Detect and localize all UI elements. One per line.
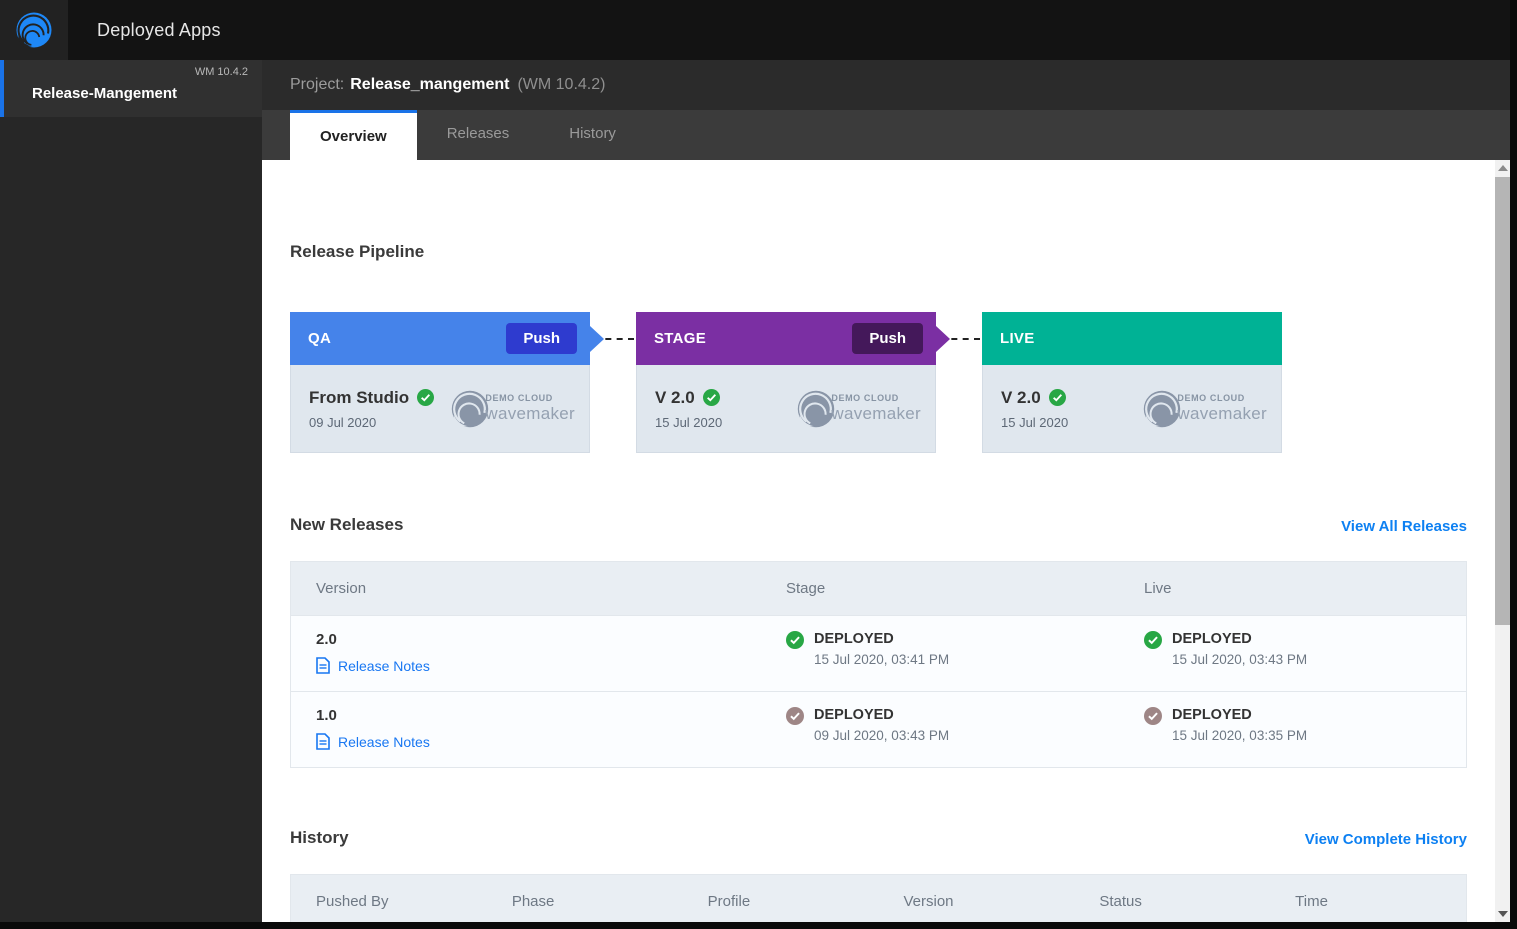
arrow-right-icon	[590, 325, 604, 352]
scroll-down-arrow-icon[interactable]	[1498, 911, 1508, 917]
tab-history[interactable]: History	[539, 110, 646, 160]
demo-cloud-logo: DEMO CLOUD wavemaker	[1139, 386, 1267, 432]
pipeline-card-live: LIVE V 2.0 15 Jul 2020 DEMO CLOUD wavema…	[982, 312, 1282, 453]
qa-card-header: QA Push	[290, 312, 604, 365]
window-right-edge	[1510, 0, 1517, 929]
project-header: Project: Release_mangement (WM 10.4.2)	[262, 60, 1517, 110]
live-card-body: V 2.0 15 Jul 2020 DEMO CLOUD wavemaker	[982, 365, 1282, 453]
live-deploy-date: 15 Jul 2020	[1001, 414, 1069, 430]
vertical-scrollbar[interactable]	[1495, 160, 1510, 922]
app-logo-tile[interactable]	[0, 0, 68, 60]
tab-releases[interactable]: Releases	[417, 110, 540, 160]
project-name: Release_mangement	[350, 76, 510, 93]
check-circle-icon	[1048, 389, 1066, 406]
qa-deploy-date: 09 Jul 2020	[309, 414, 377, 430]
stage-version-label: V 2.0	[655, 387, 695, 407]
view-complete-history-link[interactable]: View Complete History	[1305, 831, 1467, 848]
wavemaker-text: wavemaker	[485, 404, 575, 423]
scroll-up-arrow-icon[interactable]	[1498, 165, 1508, 171]
qa-stage-name: QA	[308, 330, 332, 347]
document-icon	[316, 657, 330, 674]
stage-time: 15 Jul 2020, 03:41 PM	[814, 652, 950, 667]
check-circle-muted-icon	[1144, 707, 1162, 725]
check-circle-icon	[702, 389, 720, 406]
window-bottom-edge	[0, 922, 1517, 929]
demo-cloud-logo: DEMO CLOUD wavemaker	[447, 386, 575, 432]
sidebar: WM 10.4.2 Release-Mangement	[0, 60, 262, 922]
top-bar: Deployed Apps	[0, 0, 1517, 60]
history-table: Pushed By Phase Profile Version Status T…	[290, 874, 1467, 922]
demo-cloud-text: DEMO CLOUD	[485, 393, 553, 403]
column-version: Version	[316, 580, 367, 597]
live-time: 15 Jul 2020, 03:35 PM	[1172, 728, 1308, 743]
qa-card-body: From Studio 09 Jul 2020 DEMO CLOUD wavem…	[290, 365, 590, 453]
main-content: Release Pipeline QA Push From Studio 09 …	[262, 160, 1495, 922]
project-label: Project:	[290, 76, 345, 93]
release-notes-link[interactable]: Release Notes	[316, 657, 761, 674]
scrollbar-thumb[interactable]	[1495, 177, 1510, 625]
tab-overview[interactable]: Overview	[290, 110, 417, 160]
pipeline-card-qa: QA Push From Studio 09 Jul 2020 DEMO CLO…	[290, 312, 604, 453]
table-row: 1.0 Release Notes DEPLOYED 09 Jul 2020, …	[291, 691, 1466, 767]
pipeline-card-stage: STAGE Push V 2.0 15 Jul 2020 DEMO CLOUD …	[636, 312, 950, 453]
page-title: Deployed Apps	[97, 20, 221, 40]
live-version-label: V 2.0	[1001, 387, 1041, 407]
stage-deploy-date: 15 Jul 2020	[655, 414, 723, 430]
qa-version-label: From Studio	[309, 387, 410, 407]
live-time: 15 Jul 2020, 03:43 PM	[1172, 652, 1308, 667]
check-circle-muted-icon	[786, 707, 804, 725]
view-all-releases-link[interactable]: View All Releases	[1341, 518, 1467, 535]
column-time: Time	[1295, 892, 1328, 910]
column-stage: Stage	[786, 580, 826, 597]
stage-time: 09 Jul 2020, 03:43 PM	[814, 728, 950, 743]
live-status: DEPLOYED	[1172, 707, 1252, 723]
wavemaker-text: wavemaker	[831, 404, 921, 423]
releases-table-header: Version Stage Live	[291, 562, 1466, 615]
column-version: Version	[903, 892, 954, 910]
demo-cloud-logo: DEMO CLOUD wavemaker	[793, 386, 921, 432]
wavemaker-logo-icon	[16, 12, 52, 48]
wm-version-badge: WM 10.4.2	[194, 66, 248, 78]
check-circle-icon	[417, 389, 435, 406]
stage-stage-name: STAGE	[654, 330, 707, 347]
live-stage-name: LIVE	[1000, 330, 1035, 347]
table-row: 2.0 Release Notes DEPLOYED 15 Jul 2020, …	[291, 615, 1466, 691]
demo-cloud-text: DEMO CLOUD	[831, 393, 899, 403]
column-phase: Phase	[511, 892, 555, 910]
column-profile: Profile	[707, 892, 751, 910]
release-version: 2.0	[316, 631, 337, 648]
release-pipeline: QA Push From Studio 09 Jul 2020 DEMO CLO…	[290, 312, 1467, 453]
demo-cloud-text: DEMO CLOUD	[1177, 393, 1245, 403]
project-version: (WM 10.4.2)	[517, 76, 606, 93]
sidebar-item-label: Release-Mangement	[32, 85, 178, 102]
wavemaker-text: wavemaker	[1177, 404, 1267, 423]
check-circle-icon	[1144, 631, 1162, 649]
live-status: DEPLOYED	[1172, 631, 1252, 647]
arrow-right-icon	[936, 325, 950, 352]
sidebar-item-release-mangement[interactable]: WM 10.4.2 Release-Mangement	[0, 60, 262, 117]
stage-push-button[interactable]: Push	[852, 323, 923, 354]
new-releases-heading: New Releases	[290, 515, 404, 534]
history-table-header: Pushed By Phase Profile Version Status T…	[291, 875, 1466, 922]
release-notes-link[interactable]: Release Notes	[316, 733, 761, 750]
column-pushed-by: Pushed By	[316, 892, 389, 910]
live-card-header: LIVE	[982, 312, 1282, 365]
new-releases-table: Version Stage Live 2.0 Release Notes DEP…	[290, 561, 1467, 768]
tabs-bar: Overview Releases History	[262, 110, 1517, 160]
stage-card-header: STAGE Push	[636, 312, 950, 365]
release-version: 1.0	[316, 707, 337, 724]
qa-push-button[interactable]: Push	[506, 323, 577, 354]
column-status: Status	[1099, 892, 1142, 910]
release-pipeline-heading: Release Pipeline	[290, 242, 425, 261]
history-heading: History	[290, 828, 349, 847]
stage-status: DEPLOYED	[814, 707, 894, 723]
column-live: Live	[1144, 580, 1172, 597]
document-icon	[316, 733, 330, 750]
stage-status: DEPLOYED	[814, 631, 894, 647]
check-circle-icon	[786, 631, 804, 649]
stage-card-body: V 2.0 15 Jul 2020 DEMO CLOUD wavemaker	[636, 365, 936, 453]
